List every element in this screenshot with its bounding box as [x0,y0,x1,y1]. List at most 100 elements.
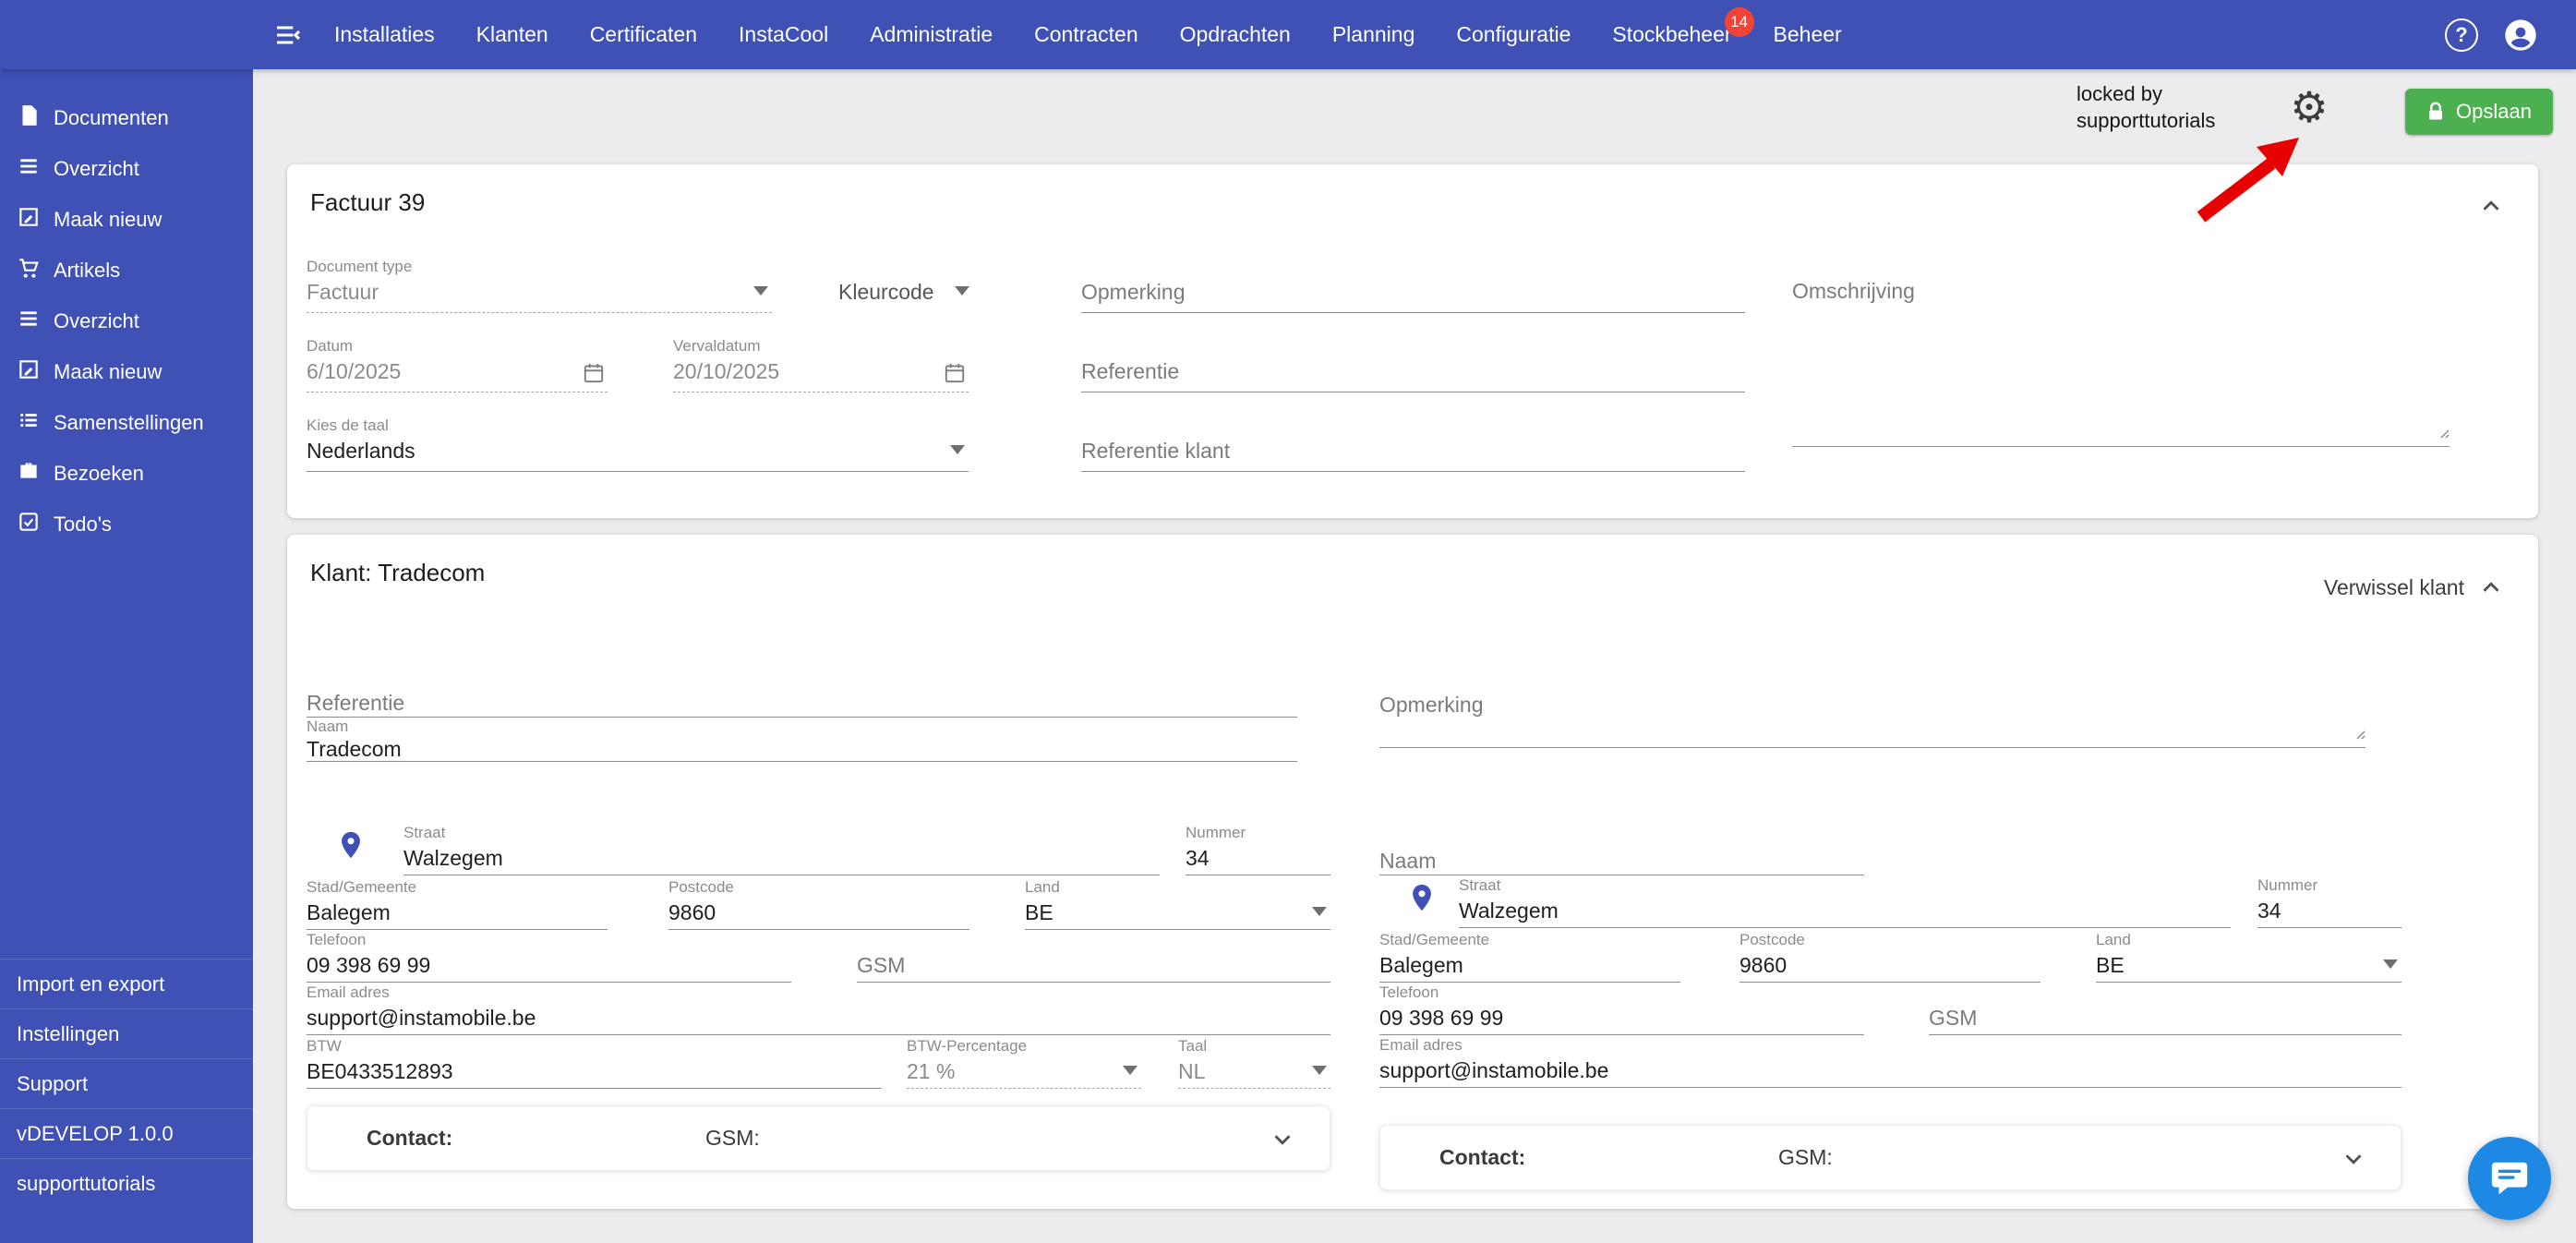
taal-klant-select[interactable]: Taal NL [1178,1037,1330,1089]
sidebar-item-overzicht-artikels[interactable]: Overzicht [0,296,253,346]
btw-percentage-select[interactable]: BTW-Percentage 21 % [907,1037,1141,1089]
topnav-item-planning[interactable]: Planning [1332,22,1415,47]
cart-icon [17,256,41,285]
email-input[interactable]: Email adres support@instamobile.be [307,984,1330,1035]
leveradres-naam-input[interactable]: Naam [1379,829,1864,875]
menu-open-icon[interactable] [273,20,303,50]
klant-referentie-input[interactable]: Referentie [307,671,1297,718]
telefoon2-input[interactable]: Telefoon 09 398 69 99 [1379,984,1864,1035]
btw-input[interactable]: BTW BE0433512893 [307,1037,882,1089]
resize-handle-icon[interactable] [2353,727,2365,744]
save-button-label: Opslaan [2456,100,2532,124]
telefoon2-label: Telefoon [1379,984,1438,1002]
nummer-input[interactable]: Nummer 34 [1186,824,1330,875]
sidebar-primary-nav: Documenten Overzicht Maak nieuw Artikels… [0,92,253,549]
gsm-placeholder: GSM [857,953,905,978]
chevron-down-icon [753,286,768,296]
invoice-card: Factuur 39 Document type Factuur Kleurco… [287,164,2538,518]
gear-icon[interactable]: ⚙ [2279,77,2340,138]
klant-card: Klant: Tradecom Verwissel klant Referent… [287,535,2538,1209]
collapse-klant-icon[interactable] [2477,573,2505,601]
verwissel-klant-button[interactable]: Verwissel klant [2324,575,2464,600]
klant-naam-input[interactable]: Naam Tradecom [307,718,1297,762]
lock-icon [2426,102,2445,123]
help-icon[interactable]: ? [2445,18,2478,52]
btw-value: BE0433512893 [307,1059,453,1084]
topnav-item-administratie[interactable]: Administratie [870,22,993,47]
postcode2-input[interactable]: Postcode 9860 [1739,931,2040,983]
nummer-label: Nummer [1186,824,1246,842]
stad-input[interactable]: Stad/Gemeente Balegem [307,878,608,930]
omschrijving-textarea[interactable]: Omschrijving [1792,258,2450,447]
topnav-item-installaties[interactable]: Installaties [334,22,435,47]
sidebar-item-import-en-export[interactable]: Import en export [0,959,253,1008]
adres2-row-straat: Straat Walzegem Nummer 34 [1379,876,2401,928]
topnav-item-contracten[interactable]: Contracten [1034,22,1138,47]
topnav-item-opdrachten[interactable]: Opdrachten [1180,22,1291,47]
telefoon2-value: 09 398 69 99 [1379,1006,1503,1031]
stad2-input[interactable]: Stad/Gemeente Balegem [1379,931,1680,983]
topnav-item-klanten[interactable]: Klanten [476,22,548,47]
invoice-fields: Document type Factuur Kleurcode Opmerkin… [287,258,2538,472]
land-select[interactable]: Land BE [1025,878,1330,930]
sidebar-item-version: vDEVELOP 1.0.0 [0,1108,253,1158]
referentie-klant-input[interactable]: Referentie klant [1081,416,1745,472]
locked-by-line2: supporttutorials [2076,107,2215,134]
sidebar-item-samenstellingen[interactable]: Samenstellingen [0,397,253,448]
sidebar-item-todos[interactable]: Todo's [0,499,253,549]
straat-input[interactable]: Straat Walzegem [403,824,1160,875]
sidebar-item-maak-nieuw-document[interactable]: Maak nieuw [0,194,253,245]
sidebar-item-artikels[interactable]: Artikels [0,245,253,296]
postcode-input[interactable]: Postcode 9860 [668,878,969,930]
stad2-label: Stad/Gemeente [1379,931,1489,949]
telefoon-label: Telefoon [307,931,366,949]
straat2-label: Straat [1459,876,1500,895]
sidebar-item-maak-nieuw-artikel[interactable]: Maak nieuw [0,346,253,397]
referentie-input[interactable]: Referentie [1081,337,1745,392]
chevron-down-icon [955,286,969,296]
sidebar-item-documenten[interactable]: Documenten [0,92,253,143]
list-icon [17,307,41,336]
datum-label: Datum [307,337,353,356]
email2-input[interactable]: Email adres support@instamobile.be [1379,1036,2401,1088]
chat-launcher-button[interactable] [2468,1137,2551,1220]
btw-label: BTW [307,1037,342,1056]
telefoon-value: 09 398 69 99 [307,953,430,978]
referentie-klant-placeholder: Referentie klant [1081,439,1230,464]
naam-label: Naam [307,718,348,736]
opmerking-input[interactable]: Opmerking [1081,258,1745,313]
gsm2-input[interactable]: GSM [1929,984,2401,1035]
datum-value: 6/10/2025 [307,359,401,384]
sidebar-item-instellingen[interactable]: Instellingen [0,1008,253,1058]
resize-handle-icon[interactable] [2437,426,2450,443]
topnav-item-stockbeheer[interactable]: Stockbeheer 14 [1612,22,1731,47]
account-icon[interactable] [2502,17,2539,54]
land2-select[interactable]: Land BE [2096,931,2401,983]
sidebar-item-overzicht-documenten[interactable]: Overzicht [0,143,253,194]
topnav-item-configuratie[interactable]: Configuratie [1456,22,1571,47]
sidebar-item-bezoeken[interactable]: Bezoeken [0,448,253,499]
kleurcode-select[interactable]: Kleurcode [838,258,969,313]
straat2-input[interactable]: Straat Walzegem [1459,876,2231,928]
stockbeheer-badge: 14 [1725,7,1754,37]
save-button[interactable]: Opslaan [2405,89,2553,135]
nummer2-input[interactable]: Nummer 34 [2257,876,2401,928]
topnav-item-instacool[interactable]: InstaCool [739,22,828,47]
topnav-item-certificaten[interactable]: Certificaten [590,22,697,47]
locked-by-status: locked by supporttutorials [2076,80,2215,134]
gsm-input[interactable]: GSM [857,931,1330,983]
taal-klant-label: Taal [1178,1037,1207,1056]
taal-klant-value: NL [1178,1059,1205,1084]
contact-expander-left[interactable]: Contact: GSM: [307,1105,1330,1171]
collapse-invoice-icon[interactable] [2477,192,2505,220]
datum-input[interactable]: Datum 6/10/2025 [307,337,608,392]
vervaldatum-input[interactable]: Vervaldatum 20/10/2025 [673,337,969,392]
topnav-item-beheer[interactable]: Beheer [1774,22,1842,47]
contact-expander-right[interactable]: Contact: GSM: [1379,1125,2401,1190]
document-type-select[interactable]: Document type Factuur [307,258,772,313]
klant-opmerking-textarea[interactable]: Opmerking [1379,671,2365,748]
telefoon-input[interactable]: Telefoon 09 398 69 99 [307,931,791,983]
sidebar-item-support[interactable]: Support [0,1058,253,1108]
taal-select[interactable]: Kies de taal Nederlands [307,416,969,472]
vervaldatum-value: 20/10/2025 [673,359,779,384]
